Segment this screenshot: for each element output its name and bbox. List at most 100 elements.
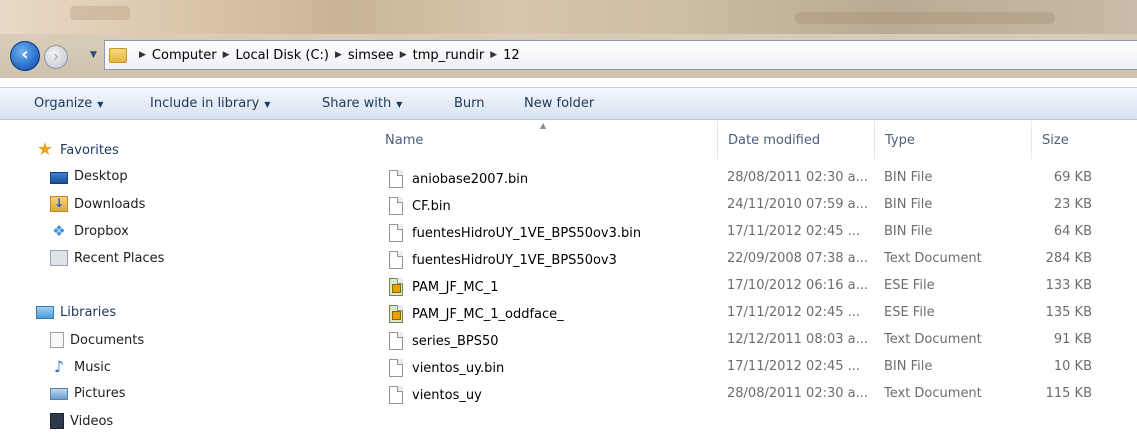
file-row[interactable]: CF.bin 24/11/2010 07:59 a... BIN File 23 KB (375, 192, 1137, 219)
dropdown-arrow-icon: ▼ (264, 100, 271, 109)
file-name: vientos_uy (412, 387, 482, 403)
recent-places-icon (50, 250, 68, 266)
nav-videos-label: Videos (70, 413, 114, 429)
nav-pictures[interactable]: Pictures (50, 386, 125, 401)
nav-desktop[interactable]: Desktop (50, 169, 128, 184)
chevron-right-icon[interactable]: ▶ (400, 50, 407, 60)
share-with-button[interactable]: Share with ▼ (322, 96, 402, 111)
sort-ascending-icon: ▲ (540, 121, 547, 130)
nav-favorites[interactable]: ★ Favorites (36, 141, 119, 159)
burn-label: Burn (454, 96, 485, 111)
nav-documents-label: Documents (70, 332, 145, 348)
chevron-right-icon[interactable]: ▶ (223, 50, 230, 60)
file-size: 64 KB (1053, 224, 1092, 239)
breadcrumb-simsee[interactable]: simsee (348, 48, 394, 63)
file-size: 115 KB (1045, 386, 1092, 401)
nav-dropbox-label: Dropbox (74, 223, 129, 239)
file-type: Text Document (884, 251, 982, 266)
pane-splitter[interactable] (362, 121, 375, 434)
new-folder-label: New folder (524, 96, 595, 111)
file-name-cell: vientos_uy.bin (389, 359, 504, 377)
nav-music[interactable]: ♪ Music (50, 359, 111, 375)
column-header-type[interactable]: Type (875, 121, 1032, 159)
nav-videos[interactable]: Videos (50, 413, 113, 429)
file-name: vientos_uy.bin (412, 360, 505, 376)
file-type: ESE File (884, 305, 935, 320)
file-name: PAM_JF_MC_1_oddface_ (412, 306, 564, 322)
file-size: 10 KB (1053, 359, 1092, 374)
file-name-cell: vientos_uy (389, 386, 482, 404)
file-name: CF.bin (412, 198, 451, 214)
file-row[interactable]: fuentesHidroUY_1VE_BPS50ov3 22/09/2008 07… (375, 246, 1137, 273)
breadcrumb-tmp-rundir[interactable]: tmp_rundir (413, 48, 485, 63)
file-list: Name ▲ Date modified Type Size aniobase2… (375, 121, 1137, 434)
dropbox-icon: ❖ (52, 222, 66, 240)
pictures-icon (50, 387, 68, 400)
file-size: 135 KB (1045, 305, 1092, 320)
nav-documents[interactable]: Documents (50, 332, 144, 348)
file-date-modified: 28/08/2011 02:30 a... (727, 386, 869, 401)
file-name-cell: CF.bin (389, 197, 451, 215)
videos-icon (50, 413, 64, 429)
file-date-modified: 24/11/2010 07:59 a... (727, 197, 869, 212)
file-size: 91 KB (1053, 332, 1092, 347)
ese-file-icon (389, 305, 403, 323)
file-name: fuentesHidroUY_1VE_BPS50ov3 (412, 252, 617, 268)
file-size: 284 KB (1045, 251, 1092, 266)
file-row[interactable]: PAM_JF_MC_1 17/10/2012 06:16 a... ESE File… (375, 273, 1137, 300)
file-name: aniobase2007.bin (412, 171, 529, 187)
nav-libraries[interactable]: Libraries (36, 305, 116, 320)
organize-button[interactable]: Organize ▼ (34, 96, 103, 111)
breadcrumb-computer[interactable]: Computer (152, 48, 217, 63)
address-bar[interactable]: ▶ Computer ▶ Local Disk (C:) ▶ simsee ▶ … (104, 40, 1137, 70)
breadcrumb-local-disk[interactable]: Local Disk (C:) (235, 48, 328, 63)
generic-file-icon (389, 359, 403, 377)
file-name: series_BPS50 (412, 333, 499, 349)
nav-downloads[interactable]: Downloads (50, 196, 145, 212)
column-size-label: Size (1042, 132, 1069, 148)
file-type: BIN File (884, 224, 933, 239)
chevron-right-icon[interactable]: ▶ (490, 50, 497, 60)
back-button[interactable]: ‹ (10, 41, 40, 71)
title-blur (70, 6, 130, 20)
title-blur (795, 12, 1055, 24)
generic-file-icon (389, 197, 403, 215)
column-header-size[interactable]: Size (1032, 121, 1137, 159)
documents-icon (50, 332, 64, 348)
file-name-cell: aniobase2007.bin (389, 170, 528, 188)
column-header-name[interactable]: Name ▲ (375, 121, 718, 159)
command-toolbar: Organize ▼ Include in library ▼ Share with… (0, 87, 1137, 120)
libraries-icon (36, 306, 54, 319)
include-in-library-button[interactable]: Include in library ▼ (150, 96, 270, 111)
burn-button[interactable]: Burn (454, 96, 485, 111)
file-name-cell: series_BPS50 (389, 332, 499, 350)
file-type: ESE File (884, 278, 935, 293)
chevron-right-icon[interactable]: ▶ (139, 50, 146, 60)
generic-file-icon (389, 251, 403, 269)
dropdown-arrow-icon: ▼ (396, 100, 403, 109)
file-type: BIN File (884, 197, 933, 212)
new-folder-button[interactable]: New folder (524, 96, 594, 111)
ese-file-icon (389, 278, 403, 296)
forward-button[interactable]: › (44, 45, 68, 69)
nav-dropbox[interactable]: ❖ Dropbox (50, 223, 129, 239)
recent-pages-dropdown-icon[interactable]: ▼ (90, 50, 100, 60)
file-size: 23 KB (1053, 197, 1092, 212)
file-row[interactable]: vientos_uy 28/08/2011 02:30 a... Text Docu… (375, 381, 1137, 408)
nav-music-label: Music (74, 359, 111, 375)
breadcrumb-12[interactable]: 12 (503, 48, 520, 63)
file-row[interactable]: fuentesHidroUY_1VE_BPS50ov3.bin 17/11/201… (375, 219, 1137, 246)
dropdown-arrow-icon: ▼ (97, 100, 104, 109)
column-header-date-modified[interactable]: Date modified (718, 121, 875, 159)
file-row[interactable]: PAM_JF_MC_1_oddface_ 17/11/2012 02:45 ...… (375, 300, 1137, 327)
file-date-modified: 17/11/2012 02:45 ... (727, 224, 861, 239)
file-size: 133 KB (1045, 278, 1092, 293)
breadcrumb: ▶ Computer ▶ Local Disk (C:) ▶ simsee ▶ … (133, 48, 520, 63)
nav-libraries-label: Libraries (60, 305, 117, 320)
file-name-cell: fuentesHidroUY_1VE_BPS50ov3.bin (389, 224, 641, 242)
file-row[interactable]: aniobase2007.bin 28/08/2011 02:30 a... BIN… (375, 165, 1137, 192)
file-row[interactable]: vientos_uy.bin 17/11/2012 02:45 ... BIN Fi… (375, 354, 1137, 381)
nav-recent-places[interactable]: Recent Places (50, 250, 164, 266)
chevron-right-icon[interactable]: ▶ (335, 50, 342, 60)
file-row[interactable]: series_BPS50 12/12/2011 08:03 a... Text Do… (375, 327, 1137, 354)
